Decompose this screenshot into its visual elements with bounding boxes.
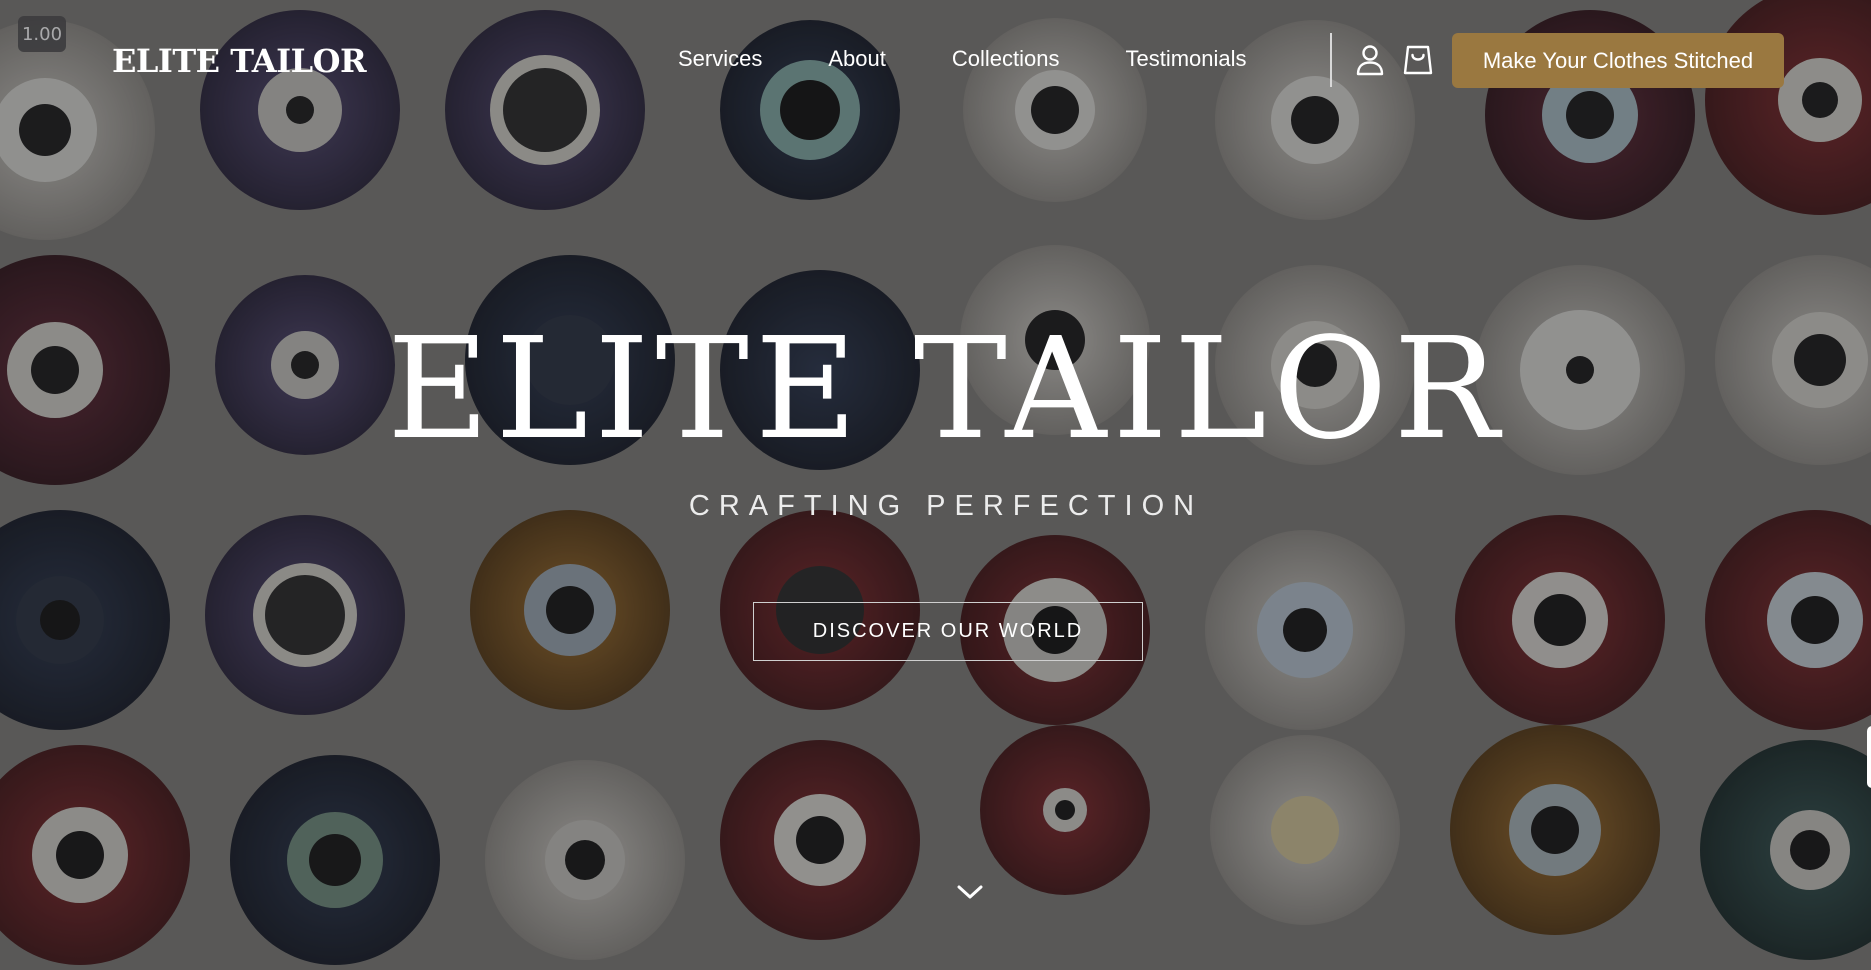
hero-subtitle: CRAFTING PERFECTION xyxy=(688,490,1204,522)
page: 1.00 ELITE TAILOR Services About Collect… xyxy=(0,0,1871,970)
site-logo[interactable]: ELITE TAILOR xyxy=(112,42,367,80)
user-icon xyxy=(1356,45,1384,76)
zoom-level-badge: 1.00 xyxy=(18,16,66,52)
hero-title: ELITE TAILOR xyxy=(387,308,1505,471)
edge-scroll-handle[interactable] xyxy=(1867,726,1871,788)
nav-collections[interactable]: Collections xyxy=(952,46,1060,72)
nav-about[interactable]: About xyxy=(828,46,886,72)
nav-services[interactable]: Services xyxy=(678,46,762,72)
shopping-bag-icon xyxy=(1403,45,1433,75)
hero-dark-overlay xyxy=(0,0,1871,970)
main-nav: Services About Collections Testimonials xyxy=(678,46,1313,72)
cart-button[interactable] xyxy=(1400,42,1436,78)
make-clothes-stitched-button[interactable]: Make Your Clothes Stitched xyxy=(1452,33,1784,88)
nav-divider xyxy=(1330,33,1332,87)
account-button[interactable] xyxy=(1352,42,1388,78)
discover-our-world-button[interactable]: DISCOVER OUR WORLD xyxy=(753,602,1143,661)
chevron-down-icon[interactable] xyxy=(955,880,985,904)
nav-testimonials[interactable]: Testimonials xyxy=(1125,46,1246,72)
